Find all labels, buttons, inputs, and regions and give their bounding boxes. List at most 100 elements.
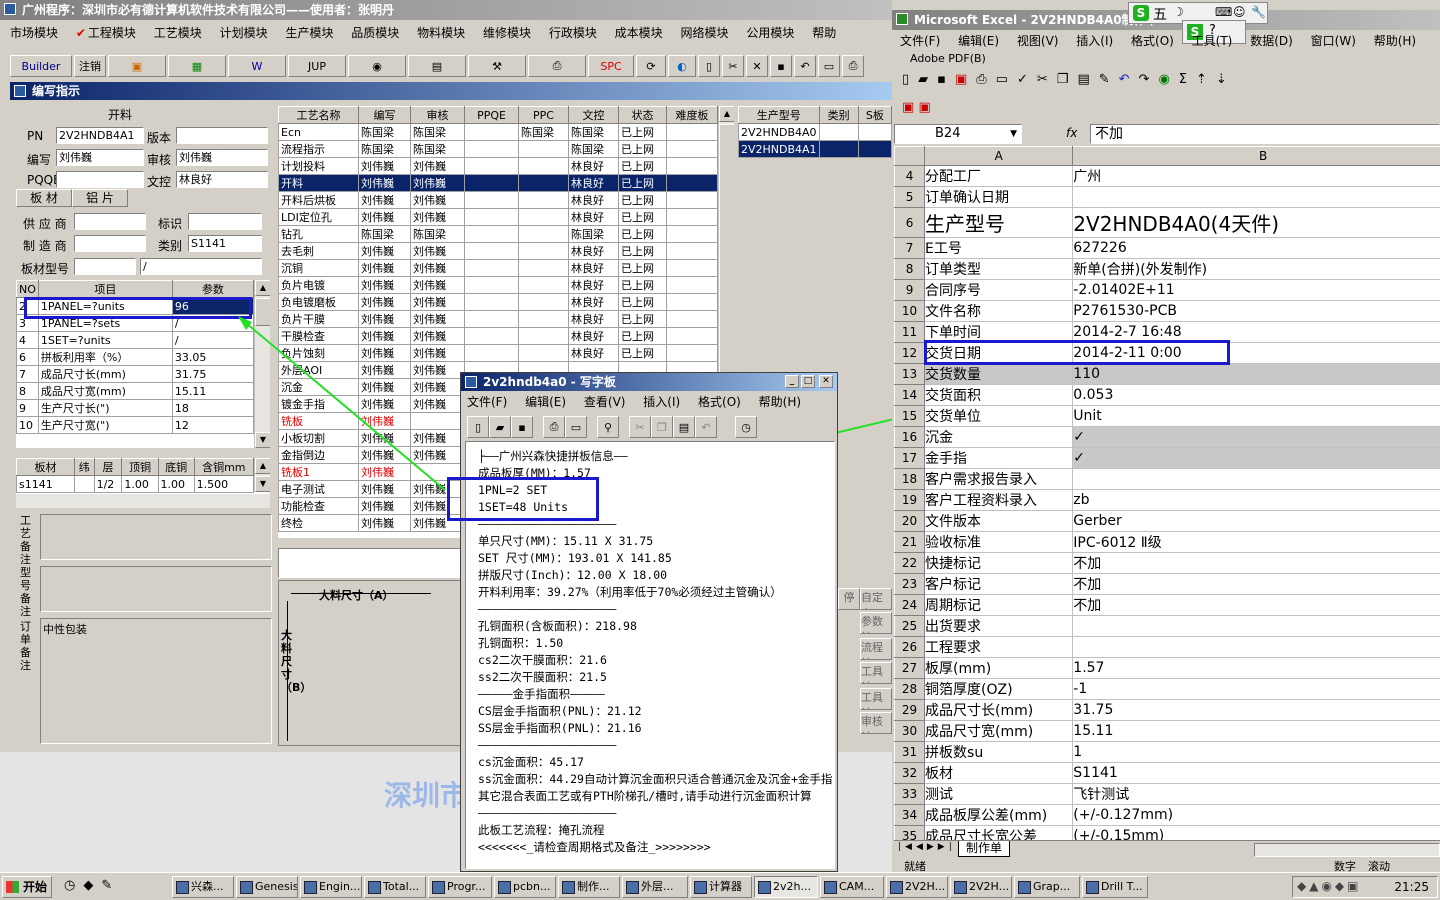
wp-save-icon[interactable]: ▪ (511, 416, 533, 438)
sheet-row[interactable]: 4 分配工厂 广州 (894, 165, 1440, 187)
sheet-row[interactable]: 17 金手指 ✓ (894, 447, 1440, 469)
xl-menu-insert[interactable]: 插入(I) (1076, 34, 1113, 48)
ime-keyboard-icon[interactable]: ⌨ (1215, 5, 1232, 19)
sheet-row[interactable]: 16 沉金 ✓ (894, 426, 1440, 448)
sheet-row[interactable]: 13 交货数量 110 (894, 363, 1440, 385)
name-box[interactable]: B24 ▼ (894, 124, 1022, 144)
sheet-row[interactable]: 23 客户标记 不加 (894, 573, 1440, 595)
ime-s-icon[interactable]: S (1133, 5, 1149, 21)
sheet-row[interactable]: 6 生产型号 2V2HNDB4A0(4天件) (894, 207, 1440, 238)
task-14[interactable]: Grap... (1014, 876, 1080, 898)
task-10[interactable]: 2v2h... (754, 876, 818, 898)
maximize-button[interactable]: □ (801, 375, 815, 388)
wp-new-icon[interactable]: ▯ (467, 416, 489, 438)
wp-print-icon[interactable]: ⎙ (543, 416, 565, 438)
wp-paste-icon[interactable]: ▤ (673, 416, 695, 438)
xl-pdf-icon[interactable]: ▣ (955, 72, 976, 87)
minimize-button[interactable]: _ (785, 375, 799, 388)
close-button[interactable]: ✕ (819, 375, 833, 388)
wp-menu-view[interactable]: 查看(V) (584, 395, 626, 409)
task-3[interactable]: Engin... (300, 876, 362, 898)
wp-menu-insert[interactable]: 插入(I) (643, 395, 680, 409)
sheet-row[interactable]: 35 成品尺寸长宽公差 (+/-0.15mm) (894, 825, 1440, 840)
task-12[interactable]: 2V2H... (886, 876, 948, 898)
xl-pdf2-icon[interactable]: ▣ (902, 100, 914, 115)
task-15[interactable]: Drill T... (1082, 876, 1148, 898)
xl-menu-help[interactable]: 帮助(H) (1374, 34, 1416, 48)
formula-input[interactable]: 不加 (1090, 124, 1440, 144)
task-1[interactable]: 兴森... (172, 876, 234, 898)
xl-menu-data[interactable]: 数据(D) (1250, 34, 1293, 48)
wp-preview-icon[interactable]: ▭ (565, 416, 587, 438)
col-header-a[interactable]: A (924, 146, 1074, 166)
task-11[interactable]: CAM... (820, 876, 884, 898)
sheet-row[interactable]: 32 板材 S1141 (894, 762, 1440, 784)
sheet-row[interactable]: 30 成品尺寸宽(mm) 15.11 (894, 720, 1440, 742)
tab-nav-icons[interactable]: |◀◀▶▶| (898, 842, 956, 852)
xl-sum-icon[interactable]: Σ (1179, 72, 1196, 87)
sheet-row[interactable]: 19 客户工程资料录入 zb (894, 489, 1440, 511)
sheet-row[interactable]: 25 出货要求 (894, 615, 1440, 637)
xl-paste-icon[interactable]: ▤ (1077, 72, 1098, 87)
sheet-row[interactable]: 5 订单确认日期 (894, 186, 1440, 208)
sheet-row[interactable]: 9 合同序号 -2.01402E+11 (894, 279, 1440, 301)
sheet-row[interactable]: 24 周期标记 不加 (894, 594, 1440, 616)
xl-save-icon[interactable]: ▪ (937, 72, 955, 87)
wp-menu-file[interactable]: 文件(F) (467, 395, 507, 409)
task-2[interactable]: Genesis (236, 876, 298, 898)
xl-sort-desc-icon[interactable]: ⇣ (1216, 72, 1236, 87)
h-scrollbar[interactable] (1254, 843, 1440, 857)
sheet-row[interactable]: 7 E工号 627226 (894, 237, 1440, 259)
wp-copy-icon[interactable]: ❐ (651, 416, 673, 438)
xl-new-icon[interactable]: ▯ (902, 72, 918, 87)
sheet-row[interactable]: 26 工程要求 (894, 636, 1440, 658)
sheet-row[interactable]: 15 交货单位 Unit (894, 405, 1440, 427)
xl-menu-view[interactable]: 视图(V) (1017, 34, 1059, 48)
sheet-row[interactable]: 18 客户需求报告录入 (894, 468, 1440, 490)
wp-menu-help[interactable]: 帮助(H) (759, 395, 801, 409)
sheet-row[interactable]: 31 拼板数su 1 (894, 741, 1440, 763)
wp-datetime-icon[interactable]: ◷ (735, 416, 757, 438)
sheet-row[interactable]: 8 订单类型 新单(合拼)(外发制作) (894, 258, 1440, 280)
task-7[interactable]: 制作... (558, 876, 620, 898)
sheet-row[interactable]: 22 快捷标记 不加 (894, 552, 1440, 574)
ime-wrench-icon[interactable]: 🔧 (1251, 5, 1266, 19)
task-6[interactable]: pcbn... (494, 876, 556, 898)
xl-undo-icon[interactable]: ↶ (1119, 72, 1139, 87)
sheet-row[interactable]: 20 文件版本 Gerber (894, 510, 1440, 532)
task-13[interactable]: 2V2H... (950, 876, 1012, 898)
name-box-dropdown-icon[interactable]: ▼ (1010, 125, 1017, 143)
sheet-row[interactable]: 28 铜箔厚度(OZ) -1 (894, 678, 1440, 700)
sheet-row[interactable]: 10 文件名称 P2761530-PCB (894, 300, 1440, 322)
tray-icons[interactable]: ◆▲◉◆▣ (1297, 879, 1362, 893)
wp-undo-icon[interactable]: ↶ (695, 416, 717, 438)
corner-cell[interactable] (894, 146, 926, 166)
xl-menu-file[interactable]: 文件(F) (900, 34, 940, 48)
ql-clock-icon[interactable]: ◷ (64, 878, 83, 893)
xl-link-icon[interactable]: ◉ (1158, 72, 1178, 87)
ql-app-icon[interactable]: ◆ (83, 878, 101, 893)
adobe-pdf-menu[interactable]: Adobe PDF(B) (910, 52, 986, 65)
sheet-row[interactable]: 14 交货面积 0.053 (894, 384, 1440, 406)
xl-preview-icon[interactable]: ▭ (996, 72, 1017, 87)
sheet-row[interactable]: 29 成品尺寸长(mm) 31.75 (894, 699, 1440, 721)
xl-menu-edit[interactable]: 编辑(E) (958, 34, 999, 48)
xl-menu-format[interactable]: 格式(O) (1131, 34, 1174, 48)
sheet-tab-zhizuodan[interactable]: 制作单 (958, 841, 1010, 857)
xl-open-icon[interactable]: ▰ (918, 72, 937, 87)
task-9[interactable]: 计算器 (690, 876, 752, 898)
xl-print-icon[interactable]: ⎙ (976, 72, 995, 87)
wp-find-icon[interactable]: ⚲ (597, 416, 619, 438)
task-5[interactable]: Progr... (428, 876, 492, 898)
ime-moon-icon[interactable]: ☽ (1173, 5, 1184, 19)
xl-cut-icon[interactable]: ✂ (1037, 72, 1057, 87)
sheet-row[interactable]: 27 板厚(mm) 1.57 (894, 657, 1440, 679)
wp-cut-icon[interactable]: ✂ (629, 416, 651, 438)
sheet-row[interactable]: 34 成品板厚公差(mm) (+/-0.127mm) (894, 804, 1440, 826)
xl-sort-asc-icon[interactable]: ⇡ (1196, 72, 1216, 87)
xl-pdf3-icon[interactable]: ▣ (918, 100, 930, 115)
ime-mode[interactable]: 五 (1153, 4, 1167, 24)
sheet-row[interactable]: 33 测试 飞针测试 (894, 783, 1440, 805)
xl-copy-icon[interactable]: ❐ (1057, 72, 1078, 87)
xl-brush-icon[interactable]: ✎ (1099, 72, 1119, 87)
